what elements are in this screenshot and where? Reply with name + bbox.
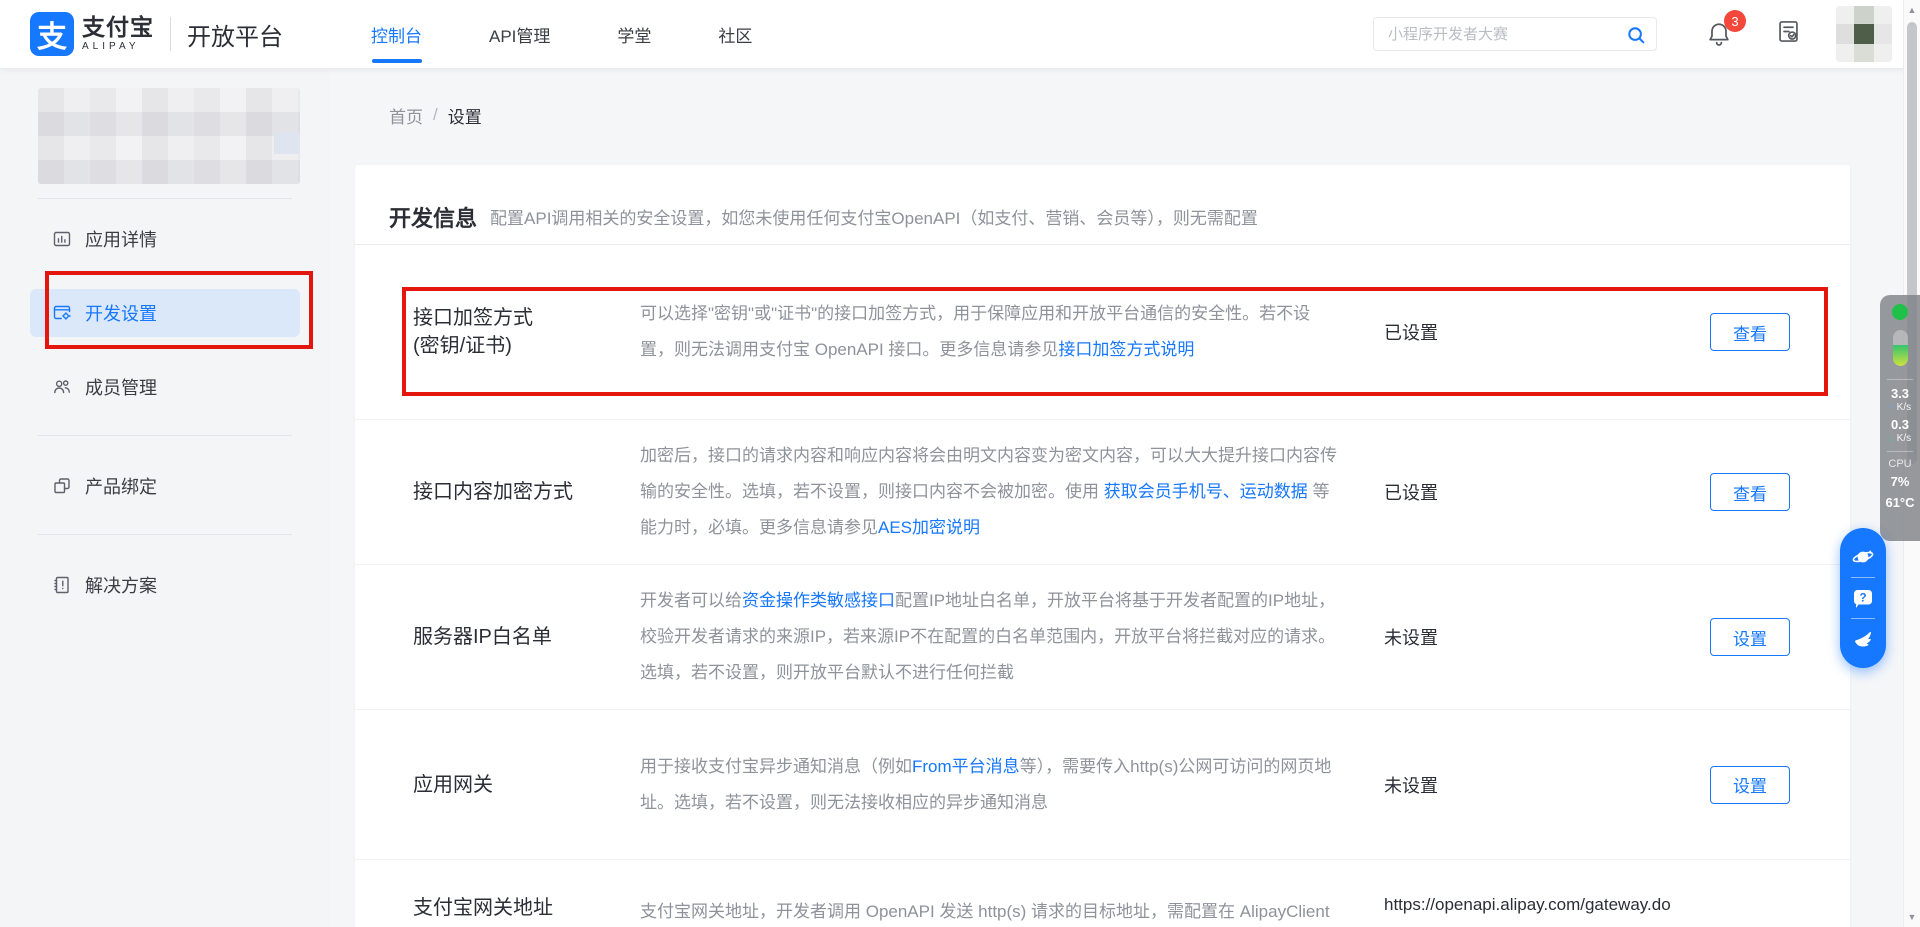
- gateway-url: https://openapi.alipay.com/gateway.do: [1384, 895, 1671, 914]
- search-box: [1373, 17, 1657, 51]
- floating-assistant-menu: ?: [1840, 528, 1886, 668]
- sidebar-divider: [38, 198, 292, 199]
- members-icon: [52, 377, 72, 397]
- brand-divider: [170, 17, 171, 51]
- help-icon[interactable]: ?: [1851, 586, 1875, 610]
- status-text: 未设置: [1340, 772, 1708, 798]
- nav-item-1[interactable]: API管理: [489, 0, 550, 68]
- down-arrow-icon: ↓: [1889, 433, 1894, 444]
- notification-badge: 3: [1724, 10, 1746, 32]
- sidebar-item-label: 产品绑定: [85, 473, 157, 499]
- cpu-label: CPU: [1888, 458, 1911, 470]
- solutions-icon: [52, 575, 72, 595]
- app-detail-icon: [52, 229, 72, 249]
- notification-bell-icon[interactable]: 3: [1705, 19, 1733, 49]
- settings-row-3: 应用网关用于接收支付宝异步通知消息（例如From平台消息等），需要传入http(…: [355, 710, 1850, 860]
- row-description: 支付宝网关地址，开发者调用 OpenAPI 发送 http(s) 请求的目标地址…: [640, 894, 1340, 927]
- breadcrumb-separator: /: [433, 105, 438, 125]
- inline-link[interactable]: 资金操作类敏感接口: [742, 591, 895, 610]
- svg-text:?: ?: [1859, 593, 1866, 605]
- platform-name: 开放平台: [187, 17, 283, 52]
- row-description: 加密后，接口的请求内容和响应内容将会由明文内容变为密文内容，可以大大提升接口内容…: [640, 438, 1340, 546]
- inline-link[interactable]: AES加密说明: [878, 518, 980, 537]
- settings-row-1: 接口内容加密方式加密后，接口的请求内容和响应内容将会由明文内容变为密文内容，可以…: [355, 420, 1850, 565]
- breadcrumb-current: 设置: [448, 103, 482, 128]
- row-label: 接口加签方式(密钥/证书): [413, 304, 640, 360]
- temperature-value: 61°C: [1885, 495, 1914, 510]
- dingtalk-icon[interactable]: [1851, 627, 1875, 651]
- sidebar-item-label: 开发设置: [85, 300, 157, 326]
- alipay-logo-icon: 支: [30, 12, 74, 56]
- row-label: 支付宝网关地址: [413, 894, 640, 922]
- card-title: 开发信息: [389, 201, 477, 233]
- row-description: 开发者可以给资金操作类敏感接口配置IP地址白名单，开放平台将基于开发者配置的IP…: [640, 583, 1340, 691]
- upload-speed-unit: K/s: [1897, 402, 1911, 413]
- sidebar-group-divider: [38, 435, 292, 436]
- sidebar-item-label: 应用详情: [85, 226, 157, 252]
- top-navbar: 支 支付宝 ALIPAY 开放平台 控制台 API管理 学堂社区 3: [0, 0, 1920, 68]
- setup-button[interactable]: 设置: [1710, 766, 1790, 804]
- dev-settings-icon: [52, 303, 72, 323]
- sidebar-group-divider: [38, 534, 292, 535]
- settings-row-4: 支付宝网关地址支付宝网关地址，开发者调用 OpenAPI 发送 http(s) …: [355, 860, 1850, 927]
- system-monitor-widget: 3.3 ↑ K/s 0.3 ↓ K/s CPU 7% 61°C: [1880, 295, 1920, 541]
- download-speed-value: 0.3: [1891, 417, 1909, 432]
- row-description: 用于接收支付宝异步通知消息（例如From平台消息等），需要传入http(s)公网…: [640, 749, 1340, 821]
- status-text: 未设置: [1340, 624, 1708, 650]
- inline-link[interactable]: 获取会员手机号、运动数据: [1104, 482, 1308, 501]
- sidebar: 应用详情开发设置成员管理产品绑定解决方案: [0, 68, 330, 927]
- row-description: 可以选择"密钥"或"证书"的接口加签方式，用于保障应用和开放平台通信的安全性。若…: [640, 296, 1340, 368]
- primary-nav: 控制台 API管理 学堂社区: [371, 0, 819, 68]
- inline-link[interactable]: From平台消息: [912, 757, 1020, 776]
- sidebar-item-4[interactable]: 解决方案: [30, 561, 300, 609]
- settings-row-2: 服务器IP白名单开发者可以给资金操作类敏感接口配置IP地址白名单，开放平台将基于…: [355, 565, 1850, 710]
- scroll-down-arrow[interactable]: ▼: [1904, 912, 1920, 922]
- download-speed-unit: K/s: [1897, 433, 1911, 444]
- row-label: 应用网关: [413, 771, 640, 799]
- sidebar-item-label: 成员管理: [85, 374, 157, 400]
- search-icon[interactable]: [1625, 24, 1647, 46]
- nav-item-3[interactable]: 社区: [718, 0, 752, 68]
- dev-info-card: 开发信息 配置API调用相关的安全设置，如您未使用任何支付宝OpenAPI（如支…: [355, 165, 1850, 927]
- inline-link[interactable]: 接口加签方式说明: [1058, 340, 1194, 359]
- brand[interactable]: 支 支付宝 ALIPAY 开放平台: [30, 12, 283, 56]
- planet-icon[interactable]: [1851, 545, 1875, 569]
- breadcrumb-home[interactable]: 首页: [389, 103, 423, 128]
- logo-subtext: ALIPAY: [82, 42, 154, 52]
- up-arrow-icon: ↑: [1889, 402, 1894, 413]
- app-info-blurred: [38, 88, 300, 184]
- setup-button[interactable]: 设置: [1710, 618, 1790, 656]
- status-text: 已设置: [1340, 479, 1708, 505]
- sidebar-item-3[interactable]: 产品绑定: [30, 462, 300, 510]
- nav-item-0[interactable]: 控制台: [371, 0, 422, 68]
- row-label: 接口内容加密方式: [413, 478, 640, 506]
- upload-speed-value: 3.3: [1891, 386, 1909, 401]
- settings-row-0: 接口加签方式(密钥/证书)可以选择"密钥"或"证书"的接口加签方式，用于保障应用…: [355, 245, 1850, 420]
- row-label: 服务器IP白名单: [413, 623, 640, 651]
- sidebar-item-1[interactable]: 开发设置: [30, 289, 300, 337]
- logo-text: 支付宝: [82, 16, 154, 39]
- page: 支 支付宝 ALIPAY 开放平台 控制台 API管理 学堂社区 3: [0, 0, 1920, 927]
- sidebar-item-2[interactable]: 成员管理: [30, 363, 300, 411]
- view-button[interactable]: 查看: [1710, 473, 1790, 511]
- sidebar-item-0[interactable]: 应用详情: [30, 215, 300, 263]
- product-binding-icon: [52, 476, 72, 496]
- view-button[interactable]: 查看: [1710, 313, 1790, 351]
- card-subtitle: 配置API调用相关的安全设置，如您未使用任何支付宝OpenAPI（如支付、营销、…: [490, 204, 1258, 229]
- breadcrumb: 首页 / 设置: [389, 104, 1920, 126]
- main-content: 首页 / 设置 开发信息 配置API调用相关的安全设置，如您未使用任何支付宝Op…: [330, 68, 1920, 927]
- sidebar-item-label: 解决方案: [85, 572, 157, 598]
- feedback-survey-icon[interactable]: [1775, 17, 1802, 51]
- gauge-pill-icon: [1893, 330, 1908, 366]
- status-dot-icon: [1892, 304, 1908, 320]
- status-text: 已设置: [1340, 319, 1708, 345]
- avatar[interactable]: [1836, 6, 1892, 62]
- search-input[interactable]: [1374, 18, 1656, 50]
- nav-item-2[interactable]: 学堂: [617, 0, 651, 68]
- scroll-up-arrow[interactable]: ▲: [1904, 5, 1920, 15]
- cpu-usage-value: 7%: [1891, 474, 1910, 489]
